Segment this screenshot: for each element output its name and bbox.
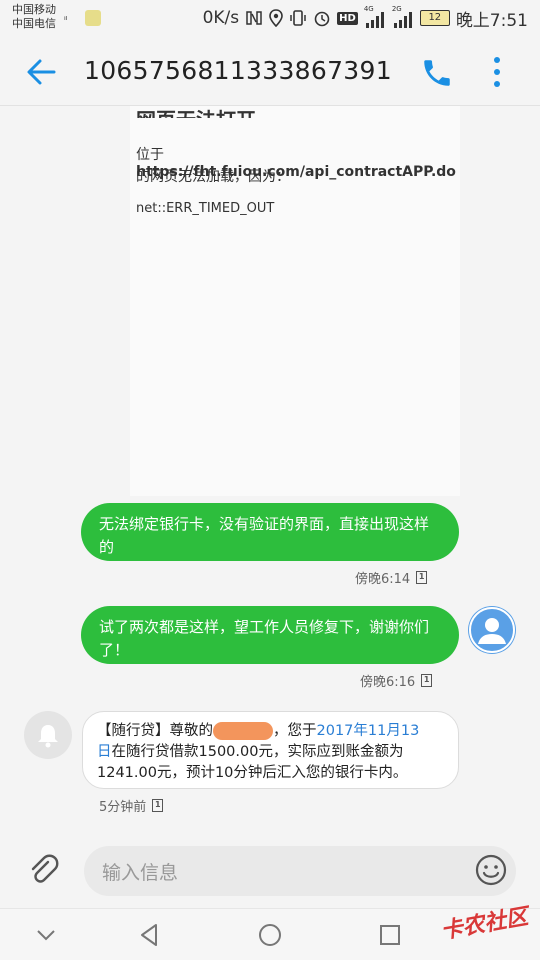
message-time: 傍晚6:16 (360, 675, 416, 690)
message-bubble-out[interactable]: 无法绑定银行卡，没有验证的界面，直接出现这样 的 (81, 503, 459, 561)
vibrate-icon (290, 10, 306, 26)
net-speed: 0K/s (202, 8, 240, 28)
message-text-line: 的 (99, 538, 115, 556)
clock: 晚上7:51 (455, 10, 528, 31)
message-input[interactable]: 输入信息 (84, 846, 516, 896)
location-icon (269, 9, 283, 27)
screenshot-line-2: 的网页无法加载，因为： (136, 169, 290, 185)
battery-icon: 12 (419, 10, 450, 26)
message-time: 傍晚6:14 (355, 572, 411, 587)
signal-2-icon: 2G (392, 5, 414, 28)
hd-icon: HD (337, 11, 358, 25)
nav-home-icon[interactable] (256, 921, 284, 949)
message-meta: 5分钟前 1 (99, 796, 164, 815)
paperclip-icon[interactable] (24, 850, 60, 886)
screenshot-error-code: net::ERR_TIMED_OUT (136, 201, 275, 216)
screenshot-prefix: 位于 (136, 147, 164, 163)
alarm-icon (314, 11, 330, 27)
signal-1-icon: 4G (364, 5, 386, 28)
bell-icon[interactable] (24, 711, 72, 759)
message-meta: 傍晚6:16 1 (360, 671, 433, 690)
screenshot-error-title: 网页无法打开 (136, 104, 256, 118)
back-arrow-icon[interactable] (24, 54, 60, 90)
redaction-mark (213, 722, 273, 740)
message-bubble-out[interactable]: 试了两次都是这样，望工作人员修复下，谢谢你们 了！ (81, 606, 459, 664)
carrier-1: 中国移动 (12, 3, 56, 16)
message-time: 5分钟前 (99, 800, 147, 815)
message-input-placeholder: 输入信息 (102, 862, 179, 884)
sim-card-icon: 1 (421, 674, 433, 687)
date-link[interactable]: 2017年11月13 (317, 723, 420, 739)
notification-app-icon (85, 10, 101, 26)
message-bubble-in[interactable]: 【随行贷】尊敬的 ，您于2017年11月13 日在随行贷借款1500.00元，实际… (82, 711, 459, 789)
nav-recents-icon[interactable] (376, 921, 404, 949)
message-text-line: 日在随行贷借款1500.00元，实际应到账金额为 (97, 742, 444, 763)
contact-number: 1065756811333867391 (84, 56, 392, 85)
message-meta: 傍晚6:14 1 (355, 568, 428, 587)
sim-card-icon: 1 (416, 571, 428, 584)
nfc-icon (246, 11, 262, 25)
message-text-line: 1241.00元，预计10分钟后汇入您的银行卡内。 (97, 765, 408, 781)
status-bar: 中国移动 中国电信 ᵢₗ 0K/s HD 4G 2G 12 晚上7:51 (0, 0, 540, 38)
nav-down-icon[interactable] (32, 921, 60, 949)
emoji-icon[interactable] (474, 853, 508, 887)
nav-back-icon[interactable] (136, 921, 164, 949)
carrier-labels: 中国移动 中国电信 (12, 3, 56, 31)
message-text: 【随行贷】尊敬的 (97, 723, 213, 739)
message-text-line: 试了两次都是这样，望工作人员修复下，谢谢你们 (99, 618, 430, 636)
more-vert-icon[interactable] (482, 52, 512, 92)
message-text: 在随行贷借款1500.00元，实际应到账金额为 (111, 744, 404, 760)
sim-card-icon: 1 (152, 799, 164, 812)
hd-voice-icon: ᵢₗ (64, 12, 68, 23)
message-text: ，您于 (273, 723, 317, 739)
message-text-line: 无法绑定银行卡，没有验证的界面，直接出现这样 (99, 515, 430, 533)
conversation-toolbar: 1065756811333867391 (0, 38, 540, 106)
image-message-screenshot[interactable]: 网页无法打开 位于 https://fht.fuiou.com/api_cont… (130, 106, 460, 496)
status-right: 0K/s HD 4G 2G 12 晚上7:51 (202, 5, 528, 31)
carrier-2: 中国电信 (12, 17, 56, 30)
message-text-line: 了！ (99, 641, 130, 659)
date-link[interactable]: 日 (97, 744, 112, 760)
user-avatar-icon[interactable] (468, 606, 516, 654)
message-text-line: 【随行贷】尊敬的 ，您于2017年11月13 (97, 721, 444, 742)
phone-call-icon[interactable] (420, 56, 454, 90)
